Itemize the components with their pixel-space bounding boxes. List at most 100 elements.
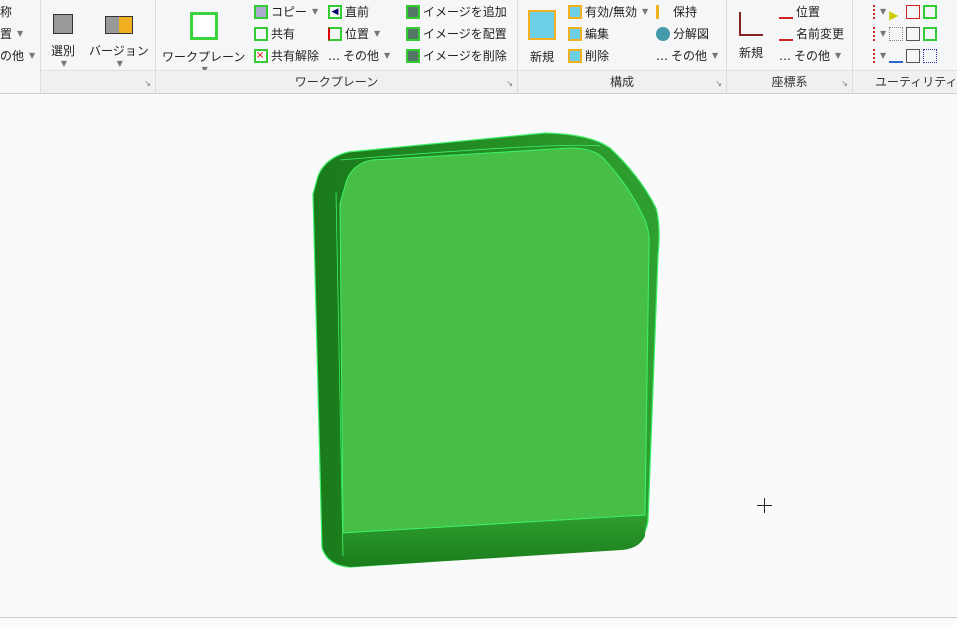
- delete-button[interactable]: 削除: [568, 46, 609, 66]
- ribbon-group-utility: ▼ ▶ ▼ ▼ ユーティリティ: [853, 0, 957, 93]
- place-image-button[interactable]: イメージを配置: [406, 24, 507, 44]
- edit-button[interactable]: 編集: [568, 24, 609, 44]
- label: の他: [0, 49, 25, 63]
- green-square-icon: [923, 5, 938, 19]
- previous-icon: ◀: [328, 5, 342, 19]
- unshare-button[interactable]: × 共有解除: [254, 46, 319, 66]
- share-button[interactable]: 共有: [254, 24, 295, 44]
- rename-button[interactable]: 名前変更: [779, 24, 844, 44]
- green-square-icon: [923, 27, 938, 41]
- previous-button[interactable]: ◀ 直前: [328, 2, 369, 22]
- ribbon-group-config: 新規 有効/無効 ▼ 編集 削除 保持 分解図 … その他 ▼ 構成 ↘: [518, 0, 727, 93]
- coord-position-icon: [779, 5, 793, 19]
- label: コピー: [271, 5, 308, 19]
- ribbon-item[interactable]: 置 ▼: [0, 24, 23, 44]
- label: 選別: [51, 44, 76, 58]
- position-button[interactable]: 位置 ▼: [328, 24, 380, 44]
- rename-icon: [779, 27, 793, 41]
- axes-icon: [739, 12, 763, 36]
- label: その他: [671, 49, 708, 63]
- keep-button[interactable]: 保持: [656, 2, 697, 22]
- coord-position-button[interactable]: 位置: [779, 2, 820, 22]
- measure-icon: [889, 49, 904, 63]
- position-icon: [328, 27, 342, 41]
- label: 新規: [739, 46, 764, 60]
- more-button[interactable]: … その他 ▼: [656, 46, 718, 66]
- delete-image-button[interactable]: イメージを削除: [406, 46, 507, 66]
- label: 直前: [345, 5, 370, 19]
- triangle-icon: ▶: [889, 8, 899, 22]
- add-image-button[interactable]: イメージを追加: [406, 2, 507, 22]
- label: バージョン: [89, 44, 149, 58]
- ribbon-item[interactable]: の他 ▼: [0, 46, 35, 66]
- label: イメージを配置: [423, 27, 507, 41]
- share-icon: [254, 27, 268, 41]
- bomb-icon: [656, 27, 670, 41]
- place-image-icon: [406, 27, 420, 41]
- group-label: [41, 70, 155, 93]
- workplane-icon: [189, 12, 218, 40]
- group-label: 構成: [518, 70, 726, 93]
- group-label: ユーティリティ: [853, 70, 957, 93]
- copy-icon: [254, 5, 268, 19]
- utility-tool[interactable]: ▼: [861, 24, 938, 44]
- ribbon-group-workplane: ワークプレーン▼ コピー▼ 共有 ×共有解除 ◀直前 位置▼ …その他▼ イメー…: [156, 0, 518, 93]
- label: 分解図: [673, 27, 710, 41]
- tool-icon: [906, 5, 921, 19]
- more-button[interactable]: … その他 ▼: [328, 46, 390, 66]
- label: 共有解除: [271, 49, 320, 63]
- label: 削除: [585, 49, 610, 63]
- ribbon-item[interactable]: 称: [0, 2, 12, 22]
- add-image-icon: [406, 5, 420, 19]
- line-tool-icon: [861, 5, 875, 19]
- delete-image-icon: [406, 49, 420, 63]
- more-icon: …: [328, 49, 340, 63]
- angle-tool-icon: [861, 27, 875, 41]
- workplane-button[interactable]: ワークプレーン▼: [162, 4, 245, 74]
- label: 名前変更: [796, 27, 845, 41]
- label: 位置: [345, 27, 370, 41]
- more-button[interactable]: … その他 ▼: [779, 46, 841, 66]
- ribbon-group-select: 選別 ▼ バージョン ▼ ↘: [41, 0, 156, 93]
- select-button[interactable]: 選別 ▼: [51, 4, 75, 68]
- label: ワークプレーン: [162, 50, 246, 64]
- unshare-icon: ×: [254, 49, 268, 63]
- label: 編集: [585, 27, 610, 41]
- exploded-view-button[interactable]: 分解図: [656, 24, 709, 44]
- label: その他: [343, 49, 380, 63]
- utility-tool[interactable]: ▼ ▶: [861, 2, 938, 22]
- coord-new-button[interactable]: 新規: [739, 4, 763, 61]
- tool-icon: [906, 49, 921, 63]
- pin-icon: [656, 5, 670, 19]
- ribbon-group-partial: 称 置 ▼ の他 ▼: [0, 0, 41, 93]
- version-icon: [104, 16, 133, 34]
- label: 保持: [673, 5, 698, 19]
- tool-icon: [906, 27, 921, 41]
- label: イメージを追加: [423, 5, 507, 19]
- label: 新規: [529, 50, 554, 64]
- toggle-button[interactable]: 有効/無効 ▼: [568, 2, 648, 22]
- label: その他: [794, 49, 831, 63]
- label: 有効/無効: [585, 5, 638, 19]
- label: 位置: [796, 5, 821, 19]
- table-icon: [923, 49, 938, 63]
- config-icon: [568, 5, 582, 19]
- part-model: [312, 132, 660, 568]
- arc-tool-icon: [861, 49, 875, 63]
- ribbon-group-coord: 新規 位置 名前変更 … その他 ▼ 座標系 ↘: [727, 0, 853, 93]
- version-button[interactable]: バージョン ▼: [89, 4, 149, 68]
- cube-select-icon: [53, 14, 73, 34]
- more-icon: …: [656, 49, 668, 63]
- label: 共有: [271, 27, 296, 41]
- group-label: ワークプレーン: [156, 70, 517, 93]
- ribbon: 称 置▼ の他▼ 選別▼ バージョン▼ ↘ ワークプレーン▼ コピー▼ 共有 ×…: [0, 0, 957, 94]
- label: 置: [0, 27, 13, 41]
- copy-button[interactable]: コピー ▼: [254, 2, 318, 22]
- utility-tool[interactable]: ▼: [861, 46, 938, 66]
- label: イメージを削除: [423, 49, 507, 63]
- config-new-icon: [528, 10, 556, 40]
- more-icon: …: [779, 49, 791, 63]
- group-label: 座標系: [727, 70, 852, 93]
- graphics-viewport[interactable]: [0, 96, 957, 618]
- config-new-button[interactable]: 新規: [528, 4, 556, 65]
